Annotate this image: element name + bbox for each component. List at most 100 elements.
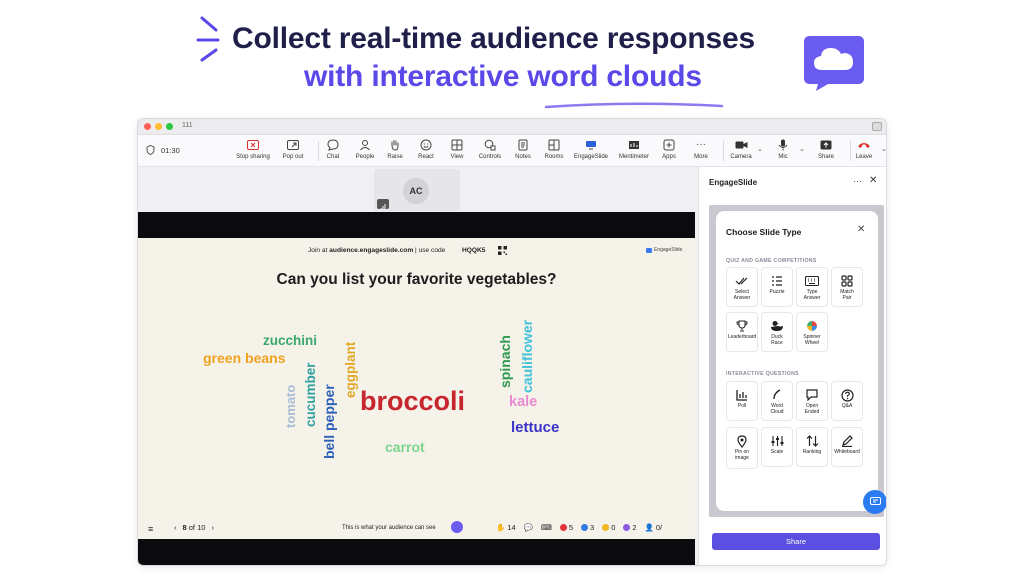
page-of: of 10 xyxy=(188,523,206,532)
engageslide-label: EngageSlide xyxy=(573,154,609,160)
word-cloud-word: green beans xyxy=(203,350,286,366)
chat-icon xyxy=(327,139,339,151)
people-count: 0/ xyxy=(655,523,663,532)
word-cloud-word: bell pepper xyxy=(321,384,337,459)
panel-more-icon[interactable]: ··· xyxy=(853,176,862,186)
slide-type-select-answer[interactable]: Select Answer xyxy=(726,267,758,307)
word-cloud-word: spinach xyxy=(497,335,513,388)
leave-chevron-down-icon[interactable]: ⌄ xyxy=(881,145,886,153)
camera-chevron-down-icon[interactable]: ⌄ xyxy=(757,145,763,153)
thumbs-count: 3 xyxy=(590,523,595,532)
leave-button[interactable]: Leave xyxy=(844,138,884,160)
page-indicator: 8 of 10 xyxy=(183,523,206,532)
window-restore-icon[interactable] xyxy=(872,122,882,131)
dialog-close-icon[interactable]: ✕ xyxy=(857,224,865,235)
list-order-icon xyxy=(772,276,782,286)
next-slide-chevron-right-icon[interactable]: › xyxy=(211,523,214,532)
pop-out-button[interactable]: Pop out xyxy=(273,138,313,160)
slide-type-type-answer[interactable]: Type Answer xyxy=(796,267,828,307)
avatar: AC xyxy=(403,178,429,204)
more-label: More xyxy=(694,154,708,160)
prev-slide-chevron-left-icon[interactable]: ‹ xyxy=(174,523,177,532)
slide-type-ranking[interactable]: Ranking xyxy=(796,427,828,467)
slide-type-pin-on-image[interactable]: Pin on image xyxy=(726,427,758,469)
double-check-icon xyxy=(735,277,748,285)
mic-chevron-down-icon[interactable]: ⌄ xyxy=(799,145,805,153)
hero-underline xyxy=(544,102,724,109)
pop-out-icon xyxy=(287,140,299,150)
close-window-button[interactable] xyxy=(144,123,151,130)
comments-stat[interactable]: 💬 xyxy=(524,523,533,532)
mentimeter-app-button[interactable]: Mentimeter xyxy=(614,138,654,160)
leave-label: Leave xyxy=(855,154,873,160)
word-cloud-word: zucchini xyxy=(263,333,318,348)
laugh-stat: 0 xyxy=(602,523,615,532)
camera-button[interactable]: Camera xyxy=(721,138,761,160)
slide-type-whiteboard[interactable]: Whiteboard xyxy=(831,427,863,467)
raised-hand-icon: ✋ xyxy=(496,523,506,532)
bar-chart-icon xyxy=(736,390,747,401)
laugh-emoji-icon xyxy=(602,524,610,531)
wow-emoji-icon xyxy=(623,524,631,531)
hang-up-icon xyxy=(858,143,870,148)
slide-type-scale[interactable]: Scale xyxy=(761,427,793,467)
mic-button[interactable]: Mic xyxy=(763,138,803,160)
slide-type-match-pair[interactable]: Match Pair xyxy=(831,267,863,307)
word-cloud-word: carrot xyxy=(385,439,425,455)
join-instructions: Join at audience.engageslide.com | use c… xyxy=(308,247,445,254)
react-label: React xyxy=(418,154,434,160)
tile-label: Leaderboard xyxy=(727,334,757,340)
slide-type-spinner-wheel[interactable]: Spinner Wheel xyxy=(796,312,828,352)
slide-type-word-cloud[interactable]: Word Cloud xyxy=(761,381,793,421)
tile-label: Select Answer xyxy=(733,289,751,301)
help-chat-button[interactable] xyxy=(863,490,886,514)
people-stat: 👤 0/ xyxy=(645,523,663,532)
panel-close-icon[interactable]: ✕ xyxy=(869,175,877,186)
tile-label: Ranking xyxy=(802,449,822,455)
slide-type-duck-race[interactable]: Duck Race xyxy=(761,312,793,352)
share-slide-button[interactable]: Share xyxy=(712,533,880,550)
grid-pair-icon xyxy=(841,275,853,287)
panel-content-frame: Choose Slide Type ✕ QUIZ AND GAME COMPET… xyxy=(709,205,886,517)
minimize-window-button[interactable] xyxy=(155,123,162,130)
share-label: Share xyxy=(817,154,834,160)
word-cloud-word: broccoli xyxy=(360,386,466,416)
mic-label: Mic xyxy=(778,154,788,160)
logo-text: EngageSlide xyxy=(654,247,683,253)
keyboard-icon: ⌨ xyxy=(541,523,552,532)
smiley-icon xyxy=(420,139,432,151)
hand-icon xyxy=(391,140,399,151)
hamburger-menu-icon[interactable]: ≡ xyxy=(148,524,153,534)
people-icon xyxy=(360,140,370,151)
rooms-label: Rooms xyxy=(544,154,564,160)
pop-out-label: Pop out xyxy=(282,154,304,160)
slide-type-puzzle[interactable]: Puzzle xyxy=(761,267,793,307)
slide-type-qa[interactable]: Q&A xyxy=(831,381,863,421)
page-current: 8 xyxy=(182,523,187,532)
dialog-title: Choose Slide Type xyxy=(726,227,802,237)
tile-label: Open Ended xyxy=(804,403,820,415)
apps-label: Apps xyxy=(662,154,676,160)
stop-sharing-label: Stop sharing xyxy=(236,154,270,160)
person-icon: 👤 xyxy=(644,523,654,532)
tile-label: Word Cloud xyxy=(770,403,784,415)
stop-sharing-button[interactable]: Stop sharing xyxy=(233,138,273,160)
engageslide-app-button[interactable]: EngageSlide xyxy=(571,138,611,160)
more-button[interactable]: ··· More xyxy=(681,138,721,161)
wow-count: 2 xyxy=(632,523,637,532)
rooms-icon xyxy=(548,139,560,151)
raise-label: Raise xyxy=(387,154,403,160)
notes-label: Notes xyxy=(515,154,531,160)
section-quiz-label: QUIZ AND GAME COMPETITIONS xyxy=(726,258,817,264)
laugh-count: 0 xyxy=(611,523,616,532)
slide-type-poll[interactable]: Poll xyxy=(726,381,758,421)
share-screen-button[interactable]: Share xyxy=(806,138,846,160)
choose-slide-type-dialog: Choose Slide Type ✕ QUIZ AND GAME COMPET… xyxy=(716,211,886,514)
share-screen-icon xyxy=(820,140,832,150)
participant-tile[interactable]: AC xyxy=(374,169,460,211)
rooms-button[interactable]: Rooms xyxy=(534,138,574,160)
slide-type-leaderboard[interactable]: Leaderboard xyxy=(726,312,758,352)
maximize-window-button[interactable] xyxy=(166,123,173,130)
slide-type-open-ended[interactable]: Open Ended xyxy=(796,381,828,421)
audience-view-eye-icon[interactable] xyxy=(451,521,463,533)
